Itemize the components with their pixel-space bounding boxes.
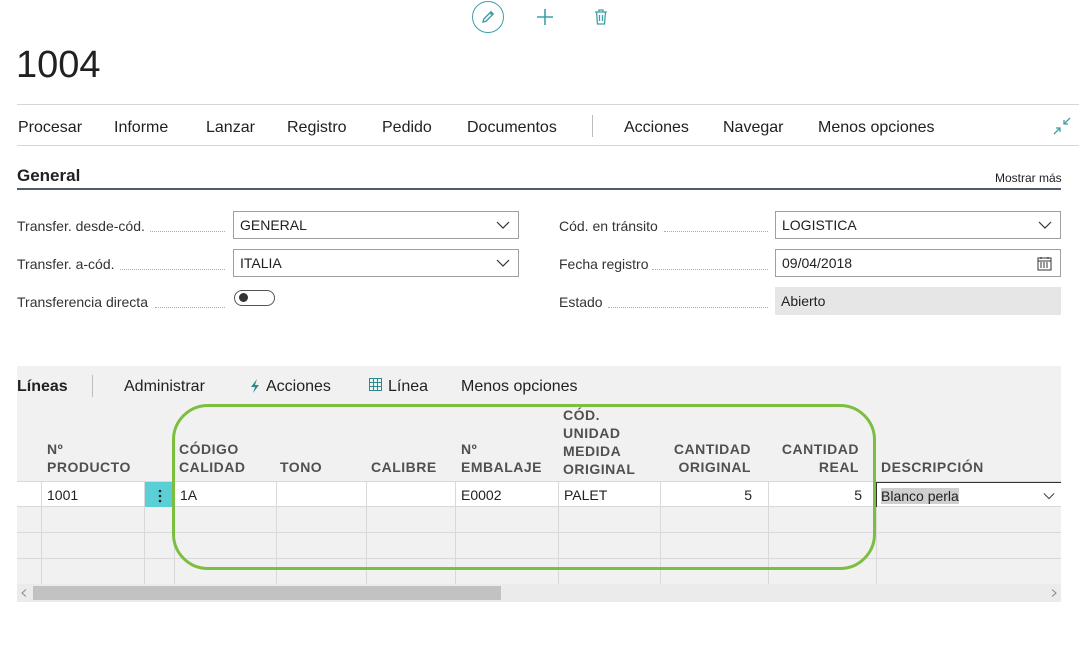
row-menu-button[interactable] bbox=[144, 482, 174, 508]
action-navegar[interactable]: Navegar bbox=[723, 119, 783, 137]
empty-cell[interactable] bbox=[876, 533, 1061, 559]
empty-cell[interactable] bbox=[876, 507, 1061, 533]
posting-date-field[interactable]: 09/04/2018 bbox=[775, 249, 1061, 277]
section-title-general: General bbox=[17, 166, 81, 185]
leader-dots bbox=[155, 306, 225, 308]
lines-menos-opciones[interactable]: Menos opciones bbox=[461, 378, 578, 396]
description-dropdown[interactable]: Blanco perla bbox=[876, 482, 1061, 508]
highlight-ring bbox=[172, 404, 876, 570]
to-code-value: ITALIA bbox=[240, 255, 282, 271]
label-status: Estado bbox=[559, 294, 603, 310]
edit-button[interactable] bbox=[472, 1, 504, 33]
action-procesar[interactable]: Procesar bbox=[18, 119, 82, 137]
scrollbar-thumb[interactable] bbox=[33, 586, 501, 600]
from-code-select[interactable]: GENERAL bbox=[233, 211, 519, 239]
lines-acciones[interactable]: Acciones bbox=[266, 378, 331, 396]
chevron-down-icon bbox=[1043, 493, 1055, 500]
chevron-down-icon bbox=[496, 259, 510, 267]
more-vertical-icon bbox=[158, 489, 161, 503]
lines-administrar[interactable]: Administrar bbox=[124, 378, 205, 396]
label-posting-date: Fecha registro bbox=[559, 256, 649, 272]
transit-code-value: LOGISTICA bbox=[782, 217, 857, 233]
new-button[interactable] bbox=[535, 7, 555, 27]
direct-transfer-toggle[interactable] bbox=[234, 290, 275, 306]
chevron-down-icon bbox=[496, 221, 510, 229]
section-divider bbox=[17, 188, 1061, 190]
plus-icon bbox=[537, 9, 553, 25]
action-acciones[interactable]: Acciones bbox=[624, 119, 689, 137]
show-more-link[interactable]: Mostrar más bbox=[995, 171, 1062, 185]
action-pedido[interactable]: Pedido bbox=[382, 119, 432, 137]
leader-dots bbox=[652, 268, 768, 270]
label-direct-transfer: Transferencia directa bbox=[17, 294, 148, 310]
grid-icon bbox=[369, 378, 382, 391]
calendar-icon[interactable] bbox=[1037, 256, 1052, 271]
lines-title: Líneas bbox=[17, 378, 68, 395]
label-transit-code: Cód. en tránsito bbox=[559, 218, 658, 234]
status-value: Abierto bbox=[775, 287, 1061, 315]
chevron-down-icon bbox=[1038, 221, 1052, 229]
lines-toolbar: Líneas Administrar Acciones Línea Menos … bbox=[17, 366, 1061, 404]
row-selector[interactable] bbox=[17, 533, 41, 559]
action-informe[interactable]: Informe bbox=[114, 119, 168, 137]
chevron-right-icon[interactable] bbox=[1051, 589, 1057, 597]
empty-cell[interactable] bbox=[144, 507, 174, 533]
header-line: DESCRIPCIÓN bbox=[881, 459, 984, 475]
lines-linea[interactable]: Línea bbox=[388, 378, 428, 396]
from-code-value: GENERAL bbox=[240, 217, 307, 233]
leader-dots bbox=[120, 268, 225, 270]
row-selector[interactable] bbox=[17, 482, 41, 508]
empty-cell[interactable] bbox=[41, 559, 144, 585]
leader-dots bbox=[150, 230, 225, 232]
chevron-left-icon[interactable] bbox=[21, 589, 27, 597]
transit-code-select[interactable]: LOGISTICA bbox=[775, 211, 1061, 239]
empty-cell[interactable] bbox=[144, 559, 174, 585]
header-descripcion[interactable]: DESCRIPCIÓN bbox=[881, 458, 984, 476]
action-documentos[interactable]: Documentos bbox=[467, 119, 557, 137]
header-line: PRODUCTO bbox=[47, 459, 131, 475]
leader-dots bbox=[664, 230, 768, 232]
collapse-icon[interactable] bbox=[1053, 117, 1071, 135]
action-registro[interactable]: Registro bbox=[287, 119, 347, 137]
empty-cell[interactable] bbox=[41, 533, 144, 559]
row-selector[interactable] bbox=[17, 559, 41, 585]
empty-cell[interactable] bbox=[144, 533, 174, 559]
delete-button[interactable] bbox=[591, 7, 611, 27]
action-menos-opciones[interactable]: Menos opciones bbox=[818, 119, 935, 137]
label-from-code: Transfer. desde-cód. bbox=[17, 218, 145, 234]
toggle-knob bbox=[239, 293, 248, 302]
label-to-code: Transfer. a-cód. bbox=[17, 256, 115, 272]
header-producto[interactable]: Nº PRODUCTO bbox=[47, 440, 131, 476]
page-title: 1004 bbox=[16, 44, 101, 86]
cell-producto[interactable]: 1001 bbox=[41, 482, 144, 508]
trash-icon bbox=[595, 9, 607, 25]
pencil-icon bbox=[482, 10, 495, 23]
horizontal-scrollbar[interactable] bbox=[17, 584, 1061, 602]
lines-separator bbox=[92, 375, 93, 397]
action-bar: Procesar Informe Lanzar Registro Pedido … bbox=[17, 104, 1079, 146]
action-lanzar[interactable]: Lanzar bbox=[206, 119, 255, 137]
cell-descripcion: Blanco perla bbox=[881, 488, 959, 504]
leader-dots bbox=[608, 306, 768, 308]
empty-cell[interactable] bbox=[876, 559, 1061, 585]
to-code-select[interactable]: ITALIA bbox=[233, 249, 519, 277]
posting-date-value: 09/04/2018 bbox=[782, 255, 853, 271]
lightning-icon bbox=[251, 379, 259, 393]
empty-cell[interactable] bbox=[41, 507, 144, 533]
header-line: Nº bbox=[47, 441, 64, 457]
row-selector[interactable] bbox=[17, 507, 41, 533]
action-separator bbox=[592, 115, 593, 137]
